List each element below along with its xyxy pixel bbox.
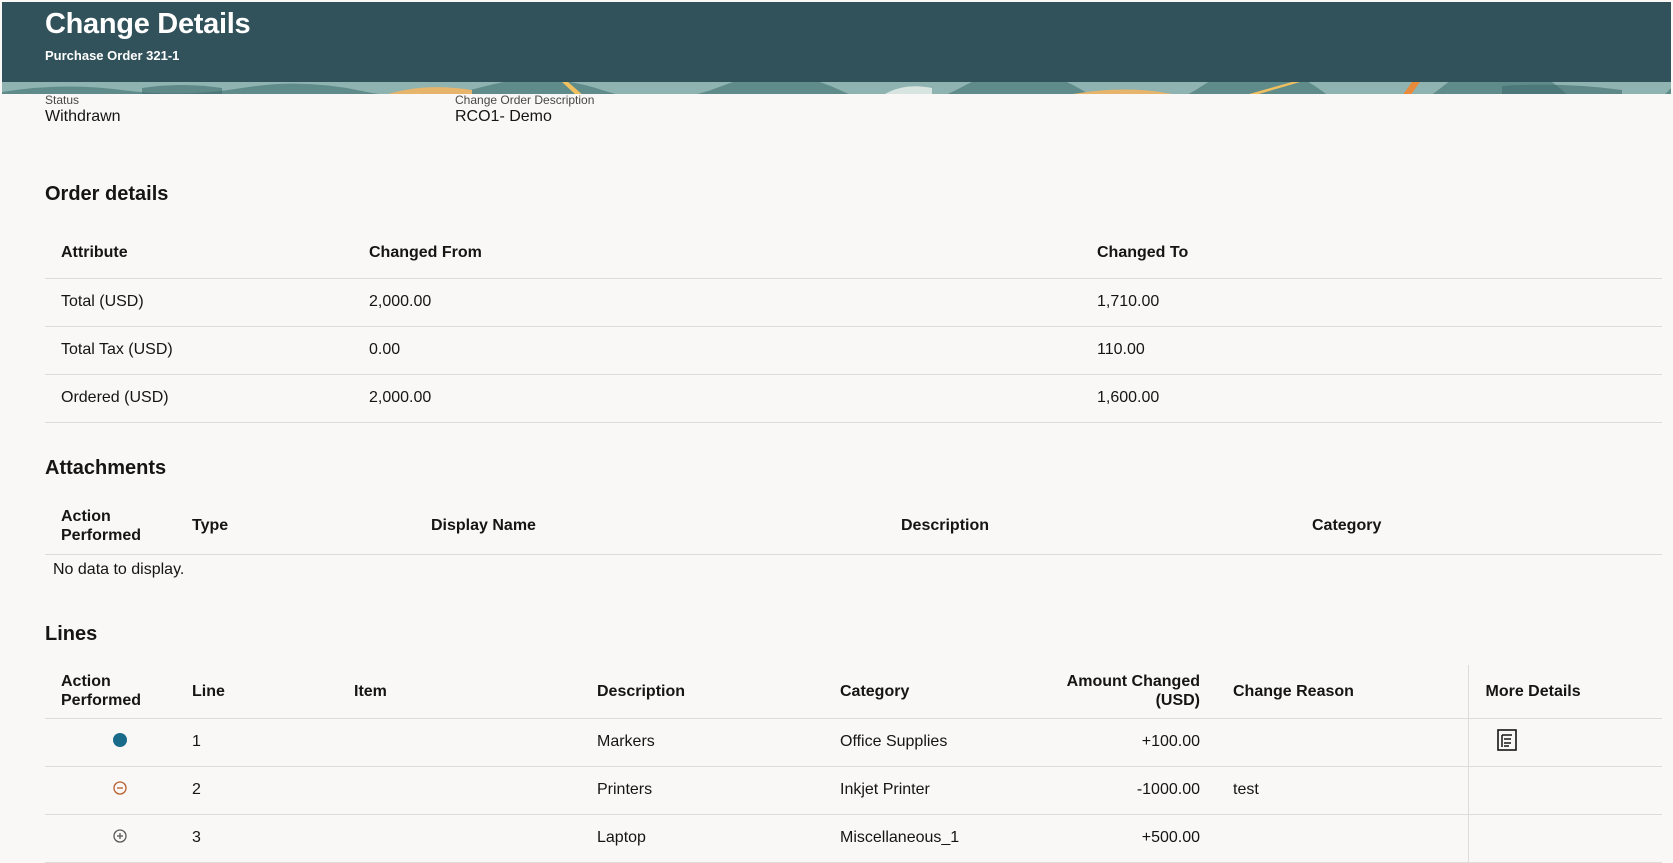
action-performed-cell (45, 814, 192, 862)
line-cell: 1 (192, 733, 201, 750)
change-reason-cell (1200, 718, 1468, 766)
details-icon[interactable] (1495, 728, 1519, 757)
table-header-row: Action Performed Line Item Description C… (45, 665, 1662, 718)
column-header-change-reason: Change Reason (1233, 682, 1354, 700)
more-details-cell (1467, 766, 1662, 814)
change-reason-cell: test (1233, 781, 1259, 798)
line-cell: 3 (192, 829, 201, 846)
table-header-row: Attribute Changed From Changed To (45, 228, 1662, 278)
attribute-cell: Ordered (USD) (61, 389, 169, 406)
order-details-table: Attribute Changed From Changed To Total … (45, 228, 1662, 423)
item-cell (354, 766, 597, 814)
column-header-action-performed: Action Performed (61, 673, 142, 710)
item-cell (354, 814, 597, 862)
table-row: 3 Laptop Miscellaneous_1 +500.00 (45, 814, 1662, 862)
amount-changed-cell: -1000.00 (1136, 781, 1200, 798)
order-details-heading: Order details (45, 183, 169, 205)
line-cell: 2 (192, 781, 201, 798)
column-header-display-name: Display Name (431, 517, 536, 535)
minus-circle-icon (112, 780, 128, 801)
changed-to-cell: 110.00 (1097, 341, 1145, 358)
status-label: Status (45, 93, 80, 107)
more-details-cell (1467, 814, 1662, 862)
column-header-attribute: Attribute (61, 244, 128, 262)
header-decorative-band (2, 82, 1671, 94)
change-order-description-value: RCO1- Demo (455, 108, 552, 125)
column-header-amount-changed: Amount Changed (USD) (1066, 673, 1200, 710)
column-header-description: Description (597, 682, 686, 700)
column-header-action-performed: Action Performed (61, 507, 142, 544)
attachments-heading: Attachments (45, 457, 167, 479)
action-performed-cell (45, 718, 192, 766)
filled-circle-icon (113, 732, 127, 747)
description-cell: Markers (597, 733, 655, 750)
page-subtitle: Purchase Order 321-1 (45, 48, 180, 63)
page-header: Change Details Purchase Order 321-1 (2, 2, 1671, 94)
changed-from-cell: 0.00 (369, 341, 401, 358)
table-header-row: Action Performed Type Display Name Descr… (45, 498, 1662, 554)
table-row: Ordered (USD) 2,000.00 1,600.00 (45, 374, 1662, 422)
action-performed-cell (45, 766, 192, 814)
change-reason-cell (1200, 814, 1468, 862)
plus-circle-icon (112, 828, 128, 849)
column-header-description: Description (901, 517, 990, 535)
category-cell: Office Supplies (840, 733, 948, 750)
item-cell (354, 718, 597, 766)
amount-changed-cell: +500.00 (1141, 829, 1200, 846)
table-row: 2 Printers Inkjet Printer -1000.00 test (45, 766, 1662, 814)
changed-to-cell: 1,710.00 (1097, 293, 1160, 310)
table-row: 1 Markers Office Supplies +100.00 (45, 718, 1662, 766)
column-header-category: Category (1312, 517, 1382, 535)
table-row: Total Tax (USD) 0.00 110.00 (45, 326, 1662, 374)
lines-heading: Lines (45, 623, 98, 645)
column-header-item: Item (354, 682, 387, 700)
column-header-more-details: More Details (1467, 665, 1662, 718)
change-order-description-label: Change Order Description (455, 93, 595, 107)
attribute-cell: Total Tax (USD) (61, 341, 173, 358)
column-header-type: Type (192, 517, 229, 535)
empty-table-message: No data to display. (53, 561, 185, 578)
description-cell: Laptop (597, 829, 646, 846)
category-cell: Inkjet Printer (840, 781, 930, 798)
changed-from-cell: 2,000.00 (369, 293, 432, 310)
changed-to-cell: 1,600.00 (1097, 389, 1160, 406)
column-header-line: Line (192, 682, 225, 700)
more-details-cell (1467, 718, 1662, 766)
status-value: Withdrawn (45, 108, 121, 125)
column-header-changed-from: Changed From (369, 244, 482, 262)
attribute-cell: Total (USD) (61, 293, 144, 310)
column-header-changed-to: Changed To (1097, 244, 1189, 262)
lines-table: Action Performed Line Item Description C… (45, 665, 1662, 863)
changed-from-cell: 2,000.00 (369, 389, 432, 406)
attachments-table: Action Performed Type Display Name Descr… (45, 498, 1662, 555)
category-cell: Miscellaneous_1 (840, 829, 960, 846)
page-title: Change Details (45, 8, 251, 40)
column-header-category: Category (840, 682, 910, 700)
table-row: Total (USD) 2,000.00 1,710.00 (45, 278, 1662, 326)
amount-changed-cell: +100.00 (1141, 733, 1200, 750)
description-cell: Printers (597, 781, 653, 798)
